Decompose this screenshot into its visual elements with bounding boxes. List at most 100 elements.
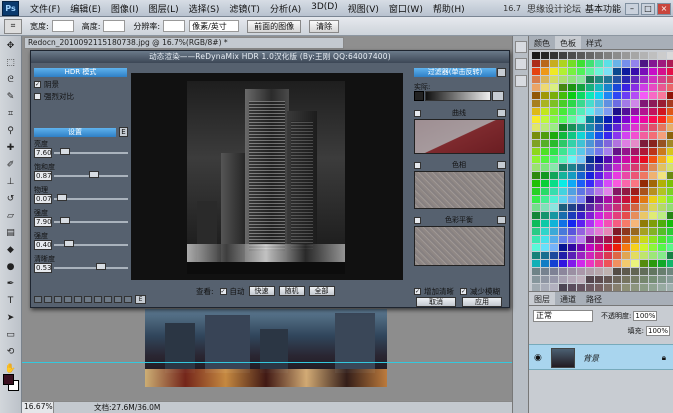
color-swatch[interactable] (667, 140, 673, 147)
color-swatch[interactable] (649, 100, 657, 107)
color-swatch[interactable] (541, 204, 549, 211)
color-swatch[interactable] (568, 76, 576, 83)
color-swatch[interactable] (640, 156, 648, 163)
healing-tool-icon[interactable]: ✚ (3, 141, 19, 155)
color-swatch[interactable] (604, 76, 612, 83)
color-swatch[interactable] (622, 196, 630, 203)
color-swatch[interactable] (667, 52, 673, 59)
color-swatch[interactable] (649, 276, 657, 283)
eraser-tool-icon[interactable]: ▱ (3, 209, 19, 223)
color-swatch[interactable] (559, 116, 567, 123)
color-swatch[interactable] (568, 84, 576, 91)
color-swatch[interactable] (640, 92, 648, 99)
color-swatch[interactable] (577, 268, 585, 275)
gradient-bar[interactable] (425, 91, 491, 101)
color-swatch[interactable] (631, 236, 639, 243)
color-swatch[interactable] (658, 196, 666, 203)
color-swatch[interactable] (532, 220, 540, 227)
color-swatch[interactable] (649, 196, 657, 203)
color-swatch[interactable] (667, 76, 673, 83)
color-swatch[interactable] (586, 140, 594, 147)
color-swatch[interactable] (622, 84, 630, 91)
color-swatch[interactable] (595, 108, 603, 115)
filter-header[interactable]: 过滤器(单击反转) (414, 68, 496, 77)
color-swatch[interactable] (568, 100, 576, 107)
hdr-mode-header[interactable]: HDR 模式 (34, 68, 127, 77)
color-swatch[interactable] (631, 196, 639, 203)
color-swatch[interactable] (631, 92, 639, 99)
color-swatch[interactable] (613, 244, 621, 251)
color-swatch[interactable] (667, 148, 673, 155)
color-swatch[interactable] (622, 172, 630, 179)
color-swatch[interactable] (595, 100, 603, 107)
color-swatch[interactable] (577, 172, 585, 179)
color-swatch[interactable] (631, 52, 639, 59)
color-swatch[interactable] (577, 60, 585, 67)
front-image-button[interactable]: 前面的图像 (247, 19, 302, 33)
cancel-button[interactable]: 取消 (416, 297, 456, 307)
color-swatch[interactable] (613, 228, 621, 235)
color-swatch[interactable] (622, 212, 630, 219)
color-swatch[interactable] (550, 68, 558, 75)
color-swatch[interactable] (622, 188, 630, 195)
color-swatch[interactable] (631, 276, 639, 283)
color-swatch[interactable] (658, 148, 666, 155)
color-swatch[interactable] (595, 204, 603, 211)
color-swatch[interactable] (559, 212, 567, 219)
color-swatch[interactable] (568, 180, 576, 187)
color-swatch[interactable] (667, 124, 673, 131)
check-increase-clarity[interactable]: ✓ 增加清晰 (414, 286, 454, 296)
color-swatch[interactable] (586, 68, 594, 75)
color-swatch[interactable] (541, 164, 549, 171)
color-swatch[interactable] (622, 252, 630, 259)
color-swatch[interactable] (613, 124, 621, 131)
eyedropper-tool-icon[interactable]: ⚲ (3, 124, 19, 138)
menu-image[interactable]: 图像(I) (106, 2, 144, 15)
color-swatch[interactable] (550, 148, 558, 155)
color-swatch[interactable] (559, 268, 567, 275)
gradient-color-chip[interactable] (414, 91, 424, 101)
color-swatch[interactable] (667, 228, 673, 235)
color-swatch[interactable] (559, 76, 567, 83)
preset-slot[interactable] (44, 296, 52, 303)
color-swatch[interactable] (532, 236, 540, 243)
color-swatch[interactable] (595, 180, 603, 187)
color-swatch[interactable] (613, 132, 621, 139)
color-swatch[interactable] (595, 188, 603, 195)
color-swatch[interactable] (595, 268, 603, 275)
color-swatch[interactable] (568, 108, 576, 115)
color-swatch[interactable] (568, 268, 576, 275)
dodge-tool-icon[interactable]: ● (3, 260, 19, 274)
color-swatch[interactable] (586, 172, 594, 179)
color-swatch[interactable] (577, 164, 585, 171)
color-swatch[interactable] (586, 260, 594, 267)
color-swatch[interactable] (568, 244, 576, 251)
color-swatch[interactable] (667, 244, 673, 251)
color-swatch[interactable] (541, 156, 549, 163)
brush-tool-icon[interactable]: ✐ (3, 158, 19, 172)
color-swatch[interactable] (667, 164, 673, 171)
color-swatch[interactable] (658, 108, 666, 115)
color-swatch[interactable] (604, 236, 612, 243)
color-balance-menu-button[interactable] (497, 216, 506, 224)
color-swatch[interactable] (586, 164, 594, 171)
color-swatch[interactable] (541, 212, 549, 219)
height-field[interactable] (103, 20, 126, 32)
color-swatch[interactable] (541, 116, 549, 123)
color-swatch[interactable] (667, 172, 673, 179)
color-swatch[interactable] (640, 220, 648, 227)
color-swatch[interactable] (640, 164, 648, 171)
color-swatch[interactable] (586, 180, 594, 187)
color-swatch[interactable] (613, 236, 621, 243)
color-swatch[interactable] (541, 276, 549, 283)
color-swatch[interactable] (586, 268, 594, 275)
color-swatch[interactable] (586, 212, 594, 219)
color-swatch[interactable] (622, 52, 630, 59)
color-swatch[interactable] (532, 156, 540, 163)
resolution-field[interactable] (163, 20, 186, 32)
color-swatch[interactable] (631, 204, 639, 211)
color-swatch[interactable] (577, 100, 585, 107)
color-swatch[interactable] (658, 92, 666, 99)
color-swatch[interactable] (559, 220, 567, 227)
color-swatch[interactable] (559, 260, 567, 267)
